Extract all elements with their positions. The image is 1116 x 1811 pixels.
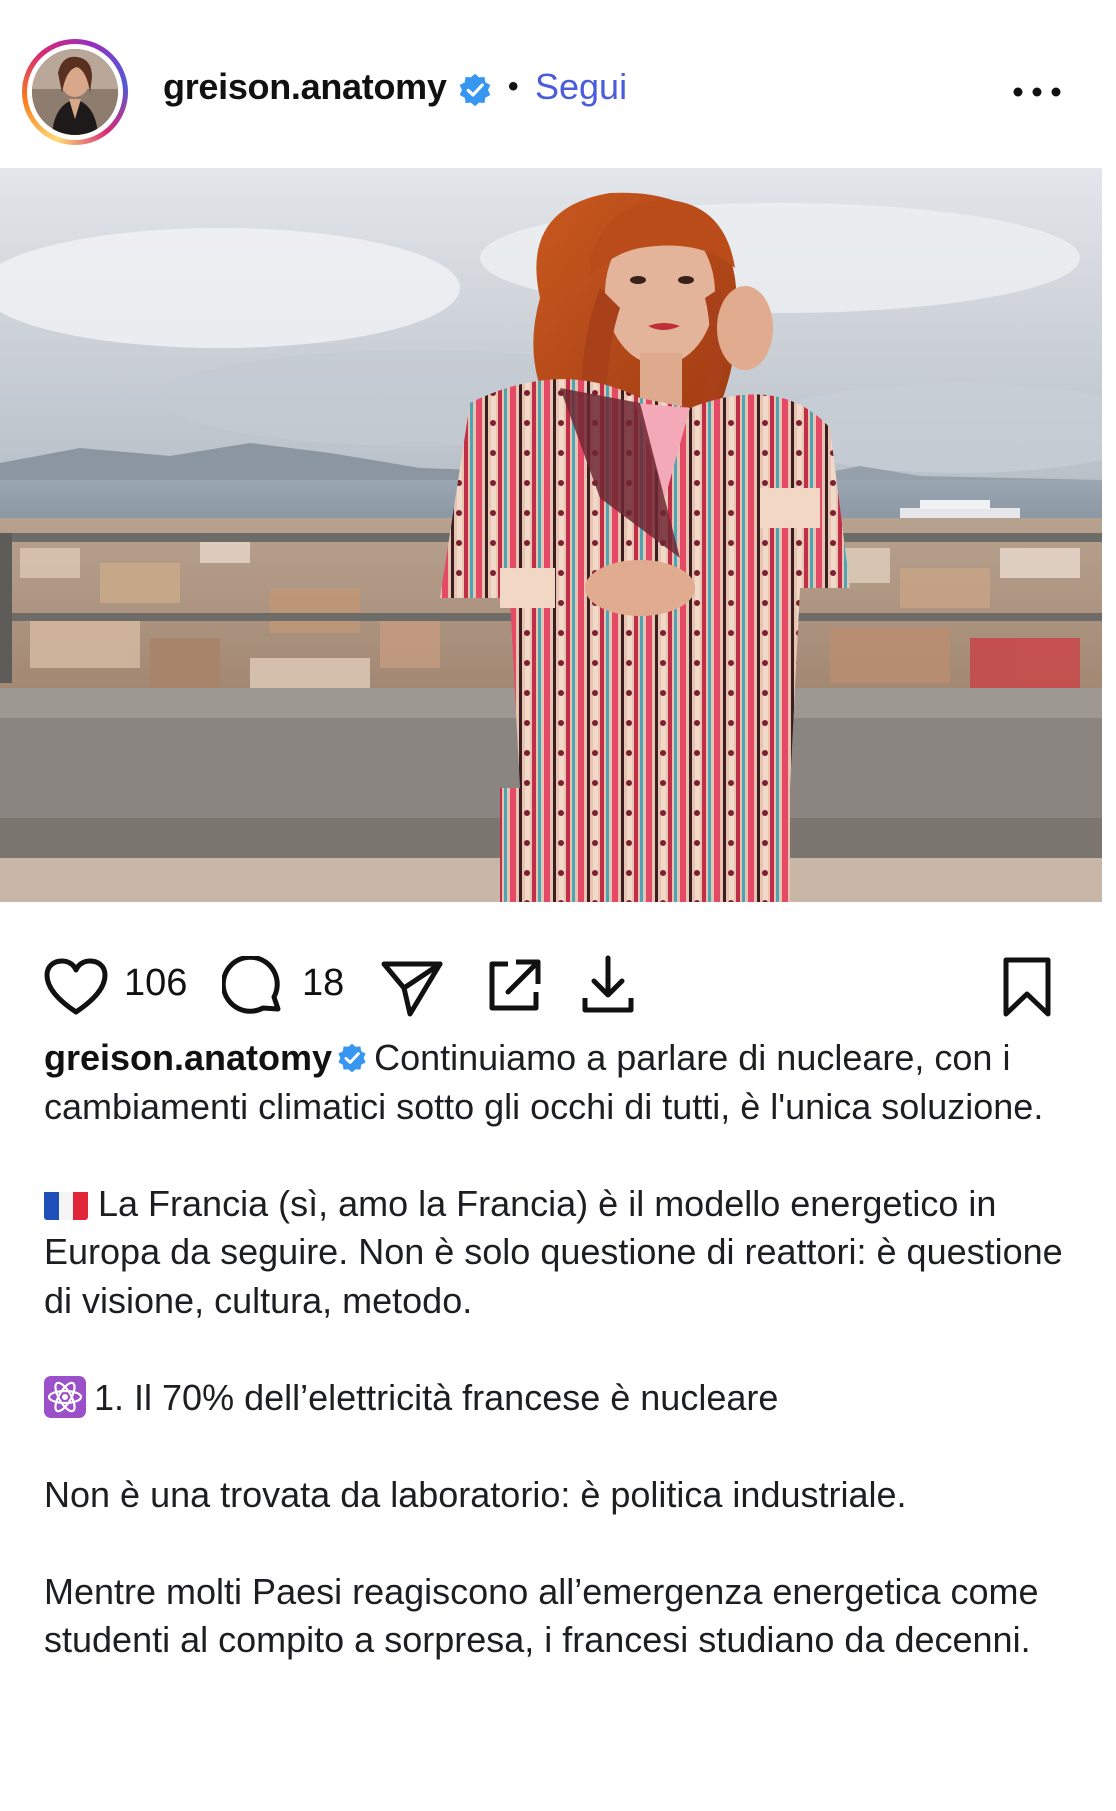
- france-flag-icon: [44, 1188, 88, 1220]
- likes-count[interactable]: 106: [124, 962, 187, 1005]
- caption-france-paragraph: La Francia (sì, amo la Francia) è il mod…: [44, 1180, 1074, 1326]
- caption-not-lab-paragraph: Non è una trovata da laboratorio: è poli…: [44, 1473, 907, 1515]
- caption-countries-paragraph: Mentre molti Paesi reagiscono all’emerge…: [44, 1570, 1039, 1661]
- header-username[interactable]: greison.anatomy: [163, 66, 447, 108]
- post-caption: greison.anatomy Continuiamo a parlare di …: [44, 1034, 1074, 1713]
- send-paper-plane-icon[interactable]: [380, 958, 444, 1018]
- follow-button[interactable]: Segui: [535, 66, 627, 108]
- caption-france-text: La Francia (sì, amo la Francia) è il mod…: [44, 1182, 1063, 1321]
- separator-dot: •: [508, 70, 519, 103]
- bookmark-icon[interactable]: [1000, 956, 1054, 1018]
- post-header: greison.anatomy • Segui: [0, 0, 1116, 168]
- post-image[interactable]: [0, 168, 1102, 902]
- post-actions: 106 18: [0, 940, 1116, 1030]
- caption-username[interactable]: greison.anatomy: [44, 1037, 332, 1078]
- download-icon[interactable]: [580, 954, 636, 1016]
- atom-symbol-icon: [44, 1375, 86, 1418]
- comments-count[interactable]: 18: [302, 962, 344, 1005]
- caption-intro-paragraph: greison.anatomy Continuiamo a parlare di …: [44, 1034, 1074, 1131]
- external-share-icon[interactable]: [484, 956, 544, 1016]
- verified-badge-icon: [338, 1043, 366, 1073]
- caption-point1-text: 1. Il 70% dell’elettricità francese è nu…: [94, 1376, 779, 1418]
- instagram-post: greison.anatomy • Segui 106 18 greison.a…: [0, 0, 1116, 1811]
- verified-badge-icon: [459, 73, 491, 107]
- caption-point1-paragraph: 1. Il 70% dell’elettricità francese è nu…: [44, 1374, 1074, 1423]
- more-options-icon[interactable]: [1010, 74, 1064, 110]
- avatar-photo: [32, 49, 118, 135]
- comment-bubble-icon[interactable]: [222, 956, 284, 1018]
- heart-icon[interactable]: [44, 958, 108, 1016]
- avatar[interactable]: [22, 39, 128, 145]
